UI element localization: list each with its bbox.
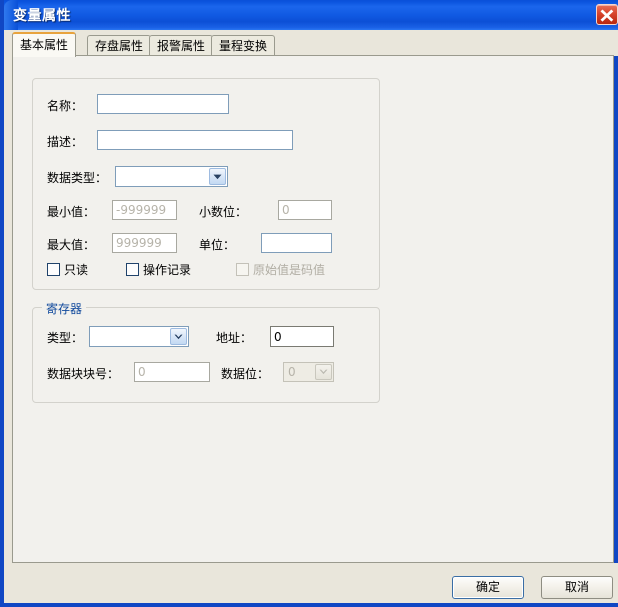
readonly-checkbox-label: 只读 [64,263,89,277]
tab-range-conversion[interactable]: 量程变换 [211,35,276,56]
basic-properties-group: 名称： 描述： 数据类型： 最小值： 小数位： [32,78,380,290]
block-number-input[interactable] [134,362,210,382]
address-input[interactable] [270,326,334,347]
max-value-input[interactable] [112,233,177,253]
chevron-down-icon[interactable] [209,168,226,185]
register-type-label: 类型： [47,331,84,345]
max-value-label: 最大值： [47,238,96,252]
close-x-glyph [600,9,614,22]
raw-value-is-code-checkbox: 原始值是码值 [236,261,325,278]
tab-range-conversion-label: 量程变换 [219,39,268,53]
dialog-window: 变量属性 基本属性 存盘属性 报警属性 量程变换 名称： 描述： 数据类型： 最… [0,0,618,607]
name-input[interactable] [97,94,229,114]
chevron-down-glyph [319,369,328,375]
name-label: 名称： [47,99,84,113]
tab-alarm-properties[interactable]: 报警属性 [149,35,214,56]
readonly-checkbox[interactable]: 只读 [47,261,88,278]
tab-storage-properties-label: 存盘属性 [95,39,144,53]
chevron-down-glyph [213,174,222,179]
chevron-down-icon [315,364,332,380]
register-group-legend: 寄存器 [42,300,87,317]
block-number-label: 数据块块号： [47,367,120,381]
checkbox-box-icon[interactable] [47,263,60,276]
decimal-places-label: 小数位： [199,205,248,219]
data-bit-label: 数据位： [221,367,270,381]
register-group: 寄存器 类型： 地址： 数据块块号： 数据位： 0 [32,300,380,403]
checkbox-box-icon[interactable] [126,263,139,276]
cancel-button[interactable]: 取消 [541,576,613,599]
checkbox-box-icon [236,263,249,276]
tab-basic-properties-label: 基本属性 [20,38,69,52]
cancel-button-label: 取消 [564,580,589,594]
data-bit-value: 0 [288,365,296,379]
close-icon[interactable] [596,4,618,25]
unit-label: 单位： [199,238,236,252]
data-bit-combo: 0 [283,362,334,382]
window-title: 变量属性 [13,8,71,24]
chevron-down-glyph [174,334,183,339]
operation-log-checkbox[interactable]: 操作记录 [126,261,191,278]
tab-content-panel: 名称： 描述： 数据类型： 最小值： 小数位： [12,55,614,563]
ok-button-label: 确定 [475,580,500,594]
tab-basic-properties[interactable]: 基本属性 [12,32,77,57]
ok-button[interactable]: 确定 [452,576,524,599]
tab-strip: 基本属性 存盘属性 报警属性 量程变换 [8,30,618,57]
data-type-combo[interactable] [115,166,228,187]
operation-log-checkbox-label: 操作记录 [143,263,192,277]
dialog-footer: 确定 取消 [8,563,618,603]
data-type-label: 数据类型： [47,171,108,185]
tab-storage-properties[interactable]: 存盘属性 [87,35,152,56]
min-value-input[interactable] [112,200,177,220]
description-label: 描述： [47,135,84,149]
chevron-down-icon[interactable] [170,328,187,345]
title-bar: 变量属性 [4,0,618,30]
tab-alarm-properties-label: 报警属性 [157,39,206,53]
address-label: 地址： [216,331,253,345]
min-value-label: 最小值： [47,205,96,219]
raw-value-is-code-checkbox-label: 原始值是码值 [253,263,326,277]
unit-input[interactable] [261,233,332,253]
register-type-combo[interactable] [89,326,189,347]
decimal-places-input[interactable] [278,200,332,220]
description-input[interactable] [97,130,293,150]
